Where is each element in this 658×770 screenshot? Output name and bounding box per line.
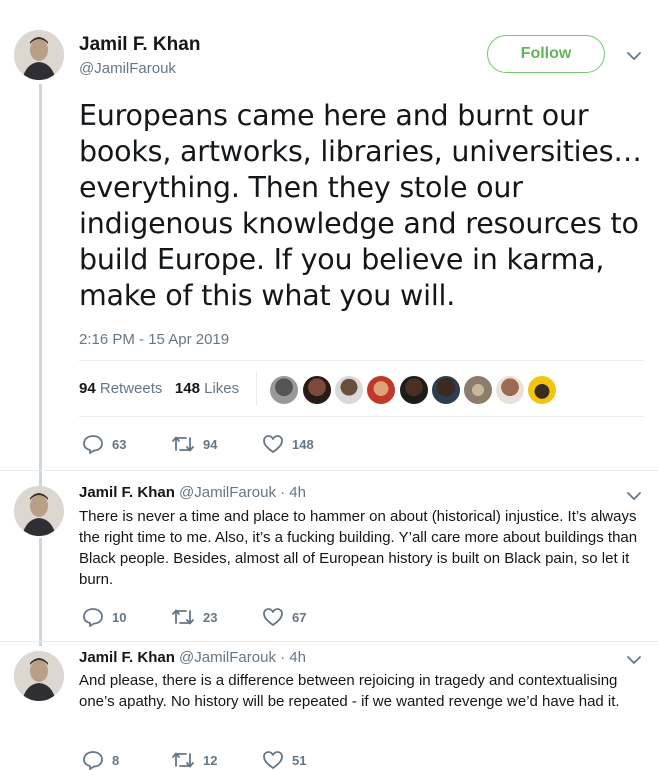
author-handle[interactable]: @JamilFarouk (79, 60, 176, 77)
reply-button[interactable]: 10 (82, 607, 126, 627)
like-button[interactable]: 148 (262, 434, 314, 454)
reply-header: Jamil F. Khan @JamilFarouk · 4h (79, 484, 306, 501)
avatar[interactable] (14, 30, 64, 80)
liker-avatar[interactable] (494, 374, 526, 406)
liker-avatar[interactable] (526, 374, 558, 406)
retweet-button[interactable]: 23 (171, 607, 217, 627)
avatar[interactable] (14, 651, 64, 701)
reply-count: 63 (112, 436, 127, 452)
retweets-count[interactable]: 94 (79, 380, 96, 397)
liker-avatar[interactable] (398, 374, 430, 406)
retweet-icon (172, 436, 194, 452)
divider (0, 470, 658, 471)
reply-icon (83, 608, 103, 627)
author-name[interactable]: Jamil F. Khan (79, 649, 175, 666)
chevron-down-icon[interactable] (626, 488, 642, 504)
avatar[interactable] (14, 486, 64, 536)
liker-avatar[interactable] (268, 374, 300, 406)
reply-text: There is never a time and place to hamme… (79, 508, 638, 588)
retweet-icon (172, 752, 194, 768)
like-button[interactable]: 67 (262, 607, 306, 627)
author-name[interactable]: Jamil F. Khan (79, 484, 175, 501)
like-button[interactable]: 51 (262, 750, 306, 770)
retweet-button[interactable]: 12 (171, 750, 217, 770)
heart-icon (263, 751, 283, 769)
likes-count[interactable]: 148 (175, 380, 200, 397)
retweet-button[interactable]: 94 (171, 434, 217, 454)
thread-line (39, 84, 42, 494)
tweet-stats: 94 Retweets 148 Likes (79, 380, 239, 397)
reply-text: And please, there is a difference betwee… (79, 672, 620, 710)
divider (0, 641, 658, 642)
chevron-down-icon[interactable] (626, 652, 642, 668)
divider (79, 416, 644, 417)
reply-header: Jamil F. Khan @JamilFarouk · 4h (79, 649, 306, 666)
author-handle[interactable]: @JamilFarouk · 4h (179, 649, 306, 666)
divider (79, 360, 644, 361)
like-count: 148 (292, 436, 314, 452)
chevron-down-icon[interactable] (626, 48, 642, 64)
reply-count: 10 (112, 609, 127, 625)
heart-icon (263, 435, 283, 453)
retweets-label[interactable]: Retweets (100, 380, 163, 397)
follow-button[interactable]: Follow (487, 35, 605, 73)
thread-line (39, 538, 42, 646)
liker-avatar[interactable] (333, 374, 365, 406)
liker-avatar[interactable] (301, 374, 333, 406)
retweet-icon (172, 609, 194, 625)
author-handle[interactable]: @JamilFarouk · 4h (179, 484, 306, 501)
like-count: 51 (292, 752, 307, 768)
tweet-timestamp[interactable]: 2:16 PM - 15 Apr 2019 (79, 331, 229, 348)
divider (256, 372, 257, 406)
retweet-count: 23 (203, 609, 218, 625)
like-count: 67 (292, 609, 307, 625)
reply-button[interactable]: 63 (82, 434, 126, 454)
tweet-text: Europeans came here and burnt our books,… (79, 99, 642, 312)
heart-icon (263, 608, 283, 626)
retweet-count: 94 (203, 436, 218, 452)
author-name[interactable]: Jamil F. Khan (79, 34, 200, 56)
liker-avatar[interactable] (462, 374, 494, 406)
liker-avatar[interactable] (365, 374, 397, 406)
reply-icon (83, 435, 103, 454)
reply-icon (83, 751, 103, 770)
retweet-count: 12 (203, 752, 218, 768)
reply-button[interactable]: 8 (82, 750, 119, 770)
reply-count: 8 (112, 752, 120, 768)
likes-label[interactable]: Likes (204, 380, 239, 397)
liker-avatar[interactable] (430, 374, 462, 406)
